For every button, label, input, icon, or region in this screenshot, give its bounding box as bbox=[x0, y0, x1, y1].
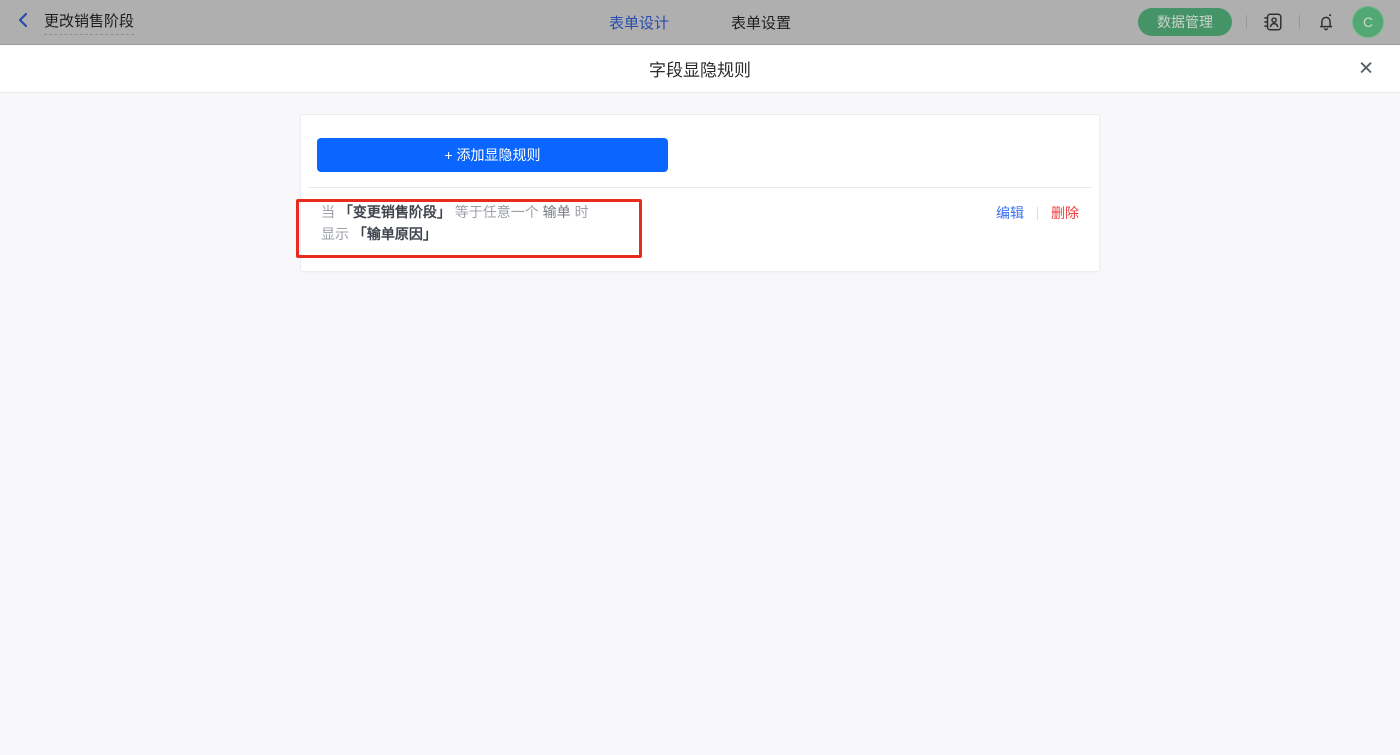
rule-description: 当 「变更销售阶段」 等于任意一个 输单 时 显示 「输单原因」 bbox=[321, 201, 589, 245]
data-manage-button[interactable]: 数据管理 bbox=[1138, 8, 1232, 36]
edit-rule-link[interactable]: 编辑 bbox=[996, 203, 1024, 223]
rule-when-label: 当 bbox=[321, 204, 335, 220]
top-bar: 更改销售阶段 表单设计 表单设置 数据管理 C bbox=[0, 0, 1400, 45]
modal-header: 字段显隐规则 ✕ bbox=[0, 45, 1400, 93]
rule-condition-field: 「变更销售阶段」 bbox=[338, 204, 451, 220]
rule-list-item: 当 「变更销售阶段」 等于任意一个 输单 时 显示 「输单原因」 编辑 删除 bbox=[317, 188, 1083, 245]
bell-icon[interactable] bbox=[1314, 10, 1338, 34]
chevron-left-icon bbox=[16, 11, 32, 34]
rule-condition-line: 当 「变更销售阶段」 等于任意一个 输单 时 bbox=[321, 201, 589, 223]
modal-title: 字段显隐规则 bbox=[649, 61, 751, 80]
divider bbox=[1037, 206, 1038, 220]
close-icon[interactable]: ✕ bbox=[1358, 59, 1374, 78]
rule-condition-value: 输单 bbox=[542, 204, 571, 220]
rule-show-label: 显示 bbox=[321, 226, 349, 242]
rule-when-suffix: 时 bbox=[574, 204, 589, 220]
divider bbox=[1299, 15, 1300, 29]
address-book-icon[interactable] bbox=[1261, 10, 1285, 34]
rule-operator: 等于任意一个 bbox=[454, 204, 539, 220]
rules-card: + 添加显隐规则 当 「变更销售阶段」 等于任意一个 输单 时 显示 「输单原因… bbox=[300, 114, 1100, 272]
add-rule-button[interactable]: + 添加显隐规则 bbox=[317, 138, 668, 172]
divider bbox=[1246, 15, 1247, 29]
rule-actions: 编辑 删除 bbox=[996, 203, 1079, 223]
center-tabs: 表单设计 表单设置 bbox=[609, 0, 791, 45]
back-button[interactable] bbox=[16, 11, 32, 34]
tab-form-settings[interactable]: 表单设置 bbox=[731, 12, 791, 33]
field-visibility-modal: 字段显隐规则 ✕ + 添加显隐规则 当 「变更销售阶段」 等于任意一个 输单 时… bbox=[0, 45, 1400, 755]
user-avatar[interactable]: C bbox=[1352, 6, 1384, 38]
rule-action-field: 「输单原因」 bbox=[352, 226, 437, 242]
modal-body: + 添加显隐规则 当 「变更销售阶段」 等于任意一个 输单 时 显示 「输单原因… bbox=[0, 93, 1400, 754]
top-bar-right: 数据管理 C bbox=[1138, 6, 1384, 38]
delete-rule-link[interactable]: 删除 bbox=[1051, 203, 1079, 223]
rule-action-line: 显示 「输单原因」 bbox=[321, 223, 589, 245]
tab-form-design[interactable]: 表单设计 bbox=[609, 12, 669, 33]
form-title[interactable]: 更改销售阶段 bbox=[44, 10, 135, 35]
